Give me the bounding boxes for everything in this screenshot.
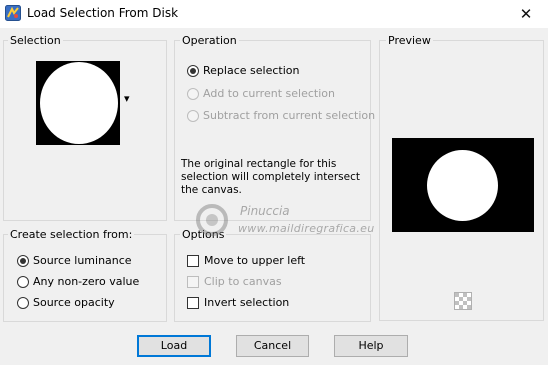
move-to-upper-left-label: Move to upper left	[204, 254, 306, 267]
close-button[interactable]: ✕	[504, 0, 548, 28]
help-button[interactable]: Help	[334, 335, 408, 357]
radio-dot	[187, 110, 199, 122]
radio-dot	[187, 65, 199, 77]
preview-group-title: Preview	[386, 34, 433, 48]
info-line: the canvas.	[181, 184, 242, 196]
source-opacity-radio[interactable]: Source opacity	[17, 295, 157, 311]
invert-selection-label: Invert selection	[204, 296, 290, 309]
move-to-upper-left-checkbox[interactable]: Move to upper left	[187, 253, 357, 269]
checkbox-box	[187, 276, 199, 288]
clip-to-canvas-label: Clip to canvas	[204, 275, 282, 288]
chevron-down-icon[interactable]: ▾	[124, 93, 130, 105]
any-non-zero-radio[interactable]: Any non-zero value	[17, 274, 157, 290]
window-title: Load Selection From Disk	[27, 6, 179, 20]
load-button[interactable]: Load	[137, 335, 211, 357]
source-opacity-label: Source opacity	[33, 296, 115, 309]
add-to-selection-radio[interactable]: Add to current selection	[187, 86, 362, 102]
source-luminance-label: Source luminance	[33, 254, 132, 267]
app-icon	[5, 5, 21, 21]
replace-selection-radio[interactable]: Replace selection	[187, 63, 357, 79]
checkbox-box	[187, 297, 199, 309]
info-line: The original rectangle for this	[181, 158, 337, 170]
radio-dot	[17, 255, 29, 267]
clip-to-canvas-checkbox[interactable]: Clip to canvas	[187, 274, 357, 290]
radio-dot	[187, 88, 199, 100]
replace-selection-label: Replace selection	[203, 64, 300, 77]
subtract-selection-label: Subtract from current selection	[203, 109, 376, 122]
selection-circle	[40, 62, 118, 144]
invert-selection-checkbox[interactable]: Invert selection	[187, 295, 357, 311]
title-bar: Load Selection From Disk ✕	[0, 0, 548, 28]
info-line: selection will completely intersect	[181, 171, 361, 183]
add-to-selection-label: Add to current selection	[203, 87, 335, 100]
selection-group-title: Selection	[8, 34, 63, 48]
any-non-zero-label: Any non-zero value	[33, 275, 140, 288]
source-luminance-radio[interactable]: Source luminance	[17, 253, 157, 269]
radio-dot	[17, 276, 29, 288]
operation-info-text: The original rectangle for this selectio…	[181, 158, 367, 197]
selection-thumbnail[interactable]	[36, 61, 120, 145]
close-icon: ✕	[519, 5, 533, 23]
create-selection-group-title: Create selection from:	[8, 228, 135, 242]
options-group-title: Options	[180, 228, 227, 242]
preview-image	[392, 138, 534, 232]
transparency-icon[interactable]	[454, 292, 472, 310]
checkbox-box	[187, 255, 199, 267]
cancel-button[interactable]: Cancel	[236, 335, 309, 357]
operation-group-title: Operation	[180, 34, 239, 48]
radio-dot	[17, 297, 29, 309]
checkerboard-icon	[455, 293, 471, 309]
preview-circle	[427, 150, 498, 221]
subtract-selection-radio[interactable]: Subtract from current selection	[187, 108, 375, 124]
